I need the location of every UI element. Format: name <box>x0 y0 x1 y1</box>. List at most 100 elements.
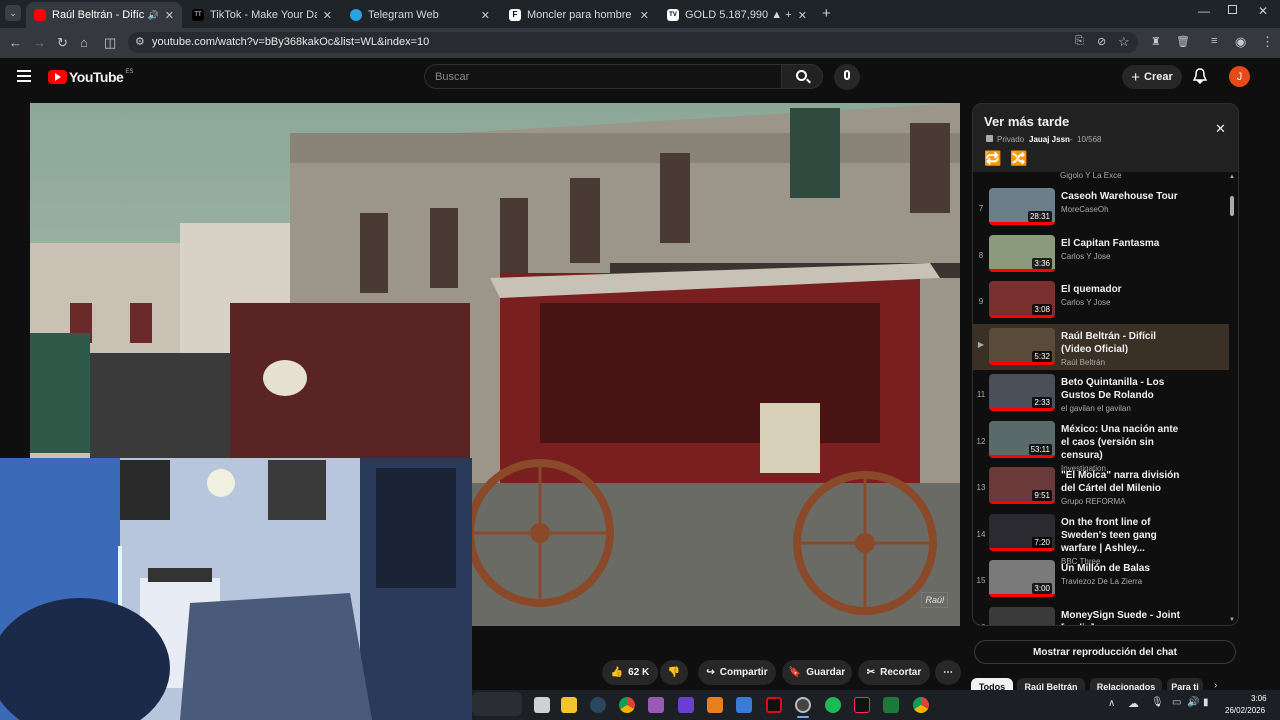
item-thumbnail[interactable]: 3:00 <box>989 560 1055 597</box>
item-title[interactable]: Raúl Beltrán - Difícil (Video Oficial) <box>1061 330 1189 356</box>
item-thumbnail[interactable]: 7:20 <box>989 514 1055 551</box>
item-channel[interactable]: el gavilan el gavilan <box>1061 404 1131 413</box>
item-title[interactable]: "El Molca" narra división del Cártel del… <box>1061 469 1189 495</box>
extensions-icon[interactable]: ♜ <box>1151 35 1161 48</box>
clip-button[interactable]: ✂ Recortar <box>858 660 930 685</box>
tab-youtube[interactable]: Raúl Beltrán - Difícil (Video 🔊 ✕ <box>26 2 182 28</box>
item-thumbnail[interactable]: 3:36 <box>989 235 1055 272</box>
chrome-active-icon[interactable] <box>795 697 811 713</box>
profile-icon[interactable]: ◉ <box>1235 34 1246 50</box>
reload-icon[interactable]: ↻ <box>57 35 68 51</box>
reading-list-icon[interactable]: ≡ <box>1211 35 1217 47</box>
create-button[interactable]: + Crear <box>1122 65 1182 89</box>
battery-icon[interactable]: ▮ <box>1203 697 1209 708</box>
item-channel[interactable]: MoreCaseOh <box>1061 205 1109 214</box>
close-tab-icon[interactable]: ✕ <box>165 9 174 22</box>
item-channel[interactable]: Raúl Beltrán <box>1061 358 1105 367</box>
show-chat-replay-button[interactable]: Mostrar reproducción del chat <box>974 640 1236 664</box>
more-actions-button[interactable]: ⋯ <box>935 660 961 685</box>
tiktok-icon[interactable] <box>854 697 870 713</box>
trash-icon[interactable]: 🗑 <box>1176 35 1190 48</box>
item-thumbnail[interactable]: 1:54 <box>989 607 1055 625</box>
item-thumbnail[interactable]: 9:51 <box>989 467 1055 504</box>
forward-icon[interactable]: → <box>33 35 46 50</box>
chrome-icon[interactable] <box>619 697 635 713</box>
tab-tiktok[interactable]: TT TikTok - Make Your Day ✕ <box>184 2 340 28</box>
close-window-icon[interactable]: ✕ <box>1258 4 1268 18</box>
clock-date[interactable]: 26/02/2026 <box>1225 706 1265 715</box>
item-thumbnail[interactable]: 2:33 <box>989 374 1055 411</box>
share-button[interactable]: ↪ Compartir <box>698 660 776 685</box>
playlist-item[interactable]: 11 2:33 Beto Quintanilla - Los Gustos De R… <box>973 374 1229 421</box>
item-thumbnail[interactable]: 53:11 <box>989 421 1055 458</box>
playlist-item[interactable]: 161:54MoneySign Suede - Joint [audio]Mon… <box>973 607 1229 625</box>
tool-icon[interactable] <box>678 697 694 713</box>
close-playlist-icon[interactable]: ✕ <box>1215 121 1226 137</box>
store-icon[interactable] <box>736 697 752 713</box>
playlist-item[interactable]: 7 28:31 Caseoh Warehouse Tour MoreCaseOh <box>973 188 1229 235</box>
file-explorer-icon[interactable] <box>561 697 577 713</box>
app-icon[interactable] <box>648 697 664 713</box>
minimize-icon[interactable]: — <box>1198 4 1210 18</box>
browser-menu-icon[interactable]: ⋮ <box>1261 34 1274 50</box>
item-thumbnail[interactable]: 5:32 <box>989 328 1055 365</box>
playlist-item[interactable]: 12 53:11 México: Una nación ante el caos (… <box>973 421 1229 473</box>
spotify-icon[interactable] <box>825 697 841 713</box>
item-channel[interactable]: Grupo REFORMA <box>1061 497 1125 506</box>
voice-search-button[interactable] <box>834 64 860 90</box>
onedrive-icon[interactable]: ☁ <box>1128 697 1139 710</box>
speaker-icon[interactable]: 🔊 <box>148 10 159 21</box>
playlist-item[interactable]: 15 3:00 Un Millón de Balas Traviezoz De La … <box>973 560 1229 607</box>
tab-search-button[interactable]: ⌄ <box>5 5 21 21</box>
item-thumbnail[interactable]: 28:31 <box>989 188 1055 225</box>
play-app-icon[interactable] <box>883 697 899 713</box>
item-title[interactable]: Beto Quintanilla - Los Gustos De Rolando <box>1061 376 1189 402</box>
playlist-item[interactable]: 9 3:08 El quemador Carlos Y Jose <box>973 281 1229 328</box>
new-tab-icon[interactable]: + <box>822 5 831 22</box>
item-channel[interactable]: Carlos Y Jose <box>1061 252 1111 261</box>
dislike-button[interactable]: 👎 <box>660 660 688 685</box>
netflix-icon[interactable] <box>766 697 782 713</box>
close-tab-icon[interactable]: ✕ <box>640 9 649 22</box>
playlist-scrollbar[interactable] <box>1230 196 1234 216</box>
microphone-tray-icon[interactable]: 🎙 <box>1151 697 1164 708</box>
playlist-owner[interactable]: Jauaj Jssn <box>1029 135 1070 144</box>
playlist-item[interactable]: 14 7:20 On the front line of Sweden's teen… <box>973 514 1229 566</box>
tab-tradingview[interactable]: TV GOLD 5.187,990 ▲ +0.46% Sin ✕ <box>659 2 815 28</box>
shuffle-icon[interactable]: 🔀 <box>1010 150 1027 167</box>
steam-icon[interactable] <box>590 697 606 713</box>
avatar[interactable]: J <box>1229 66 1250 87</box>
hide-icon[interactable]: ⊘ <box>1097 35 1106 48</box>
loop-icon[interactable]: 🔁 <box>984 150 1001 167</box>
item-title[interactable]: Un Millón de Balas <box>1061 562 1189 575</box>
install-app-icon[interactable]: ⎘ <box>1075 35 1084 48</box>
tray-chevron-icon[interactable]: ∧ <box>1108 698 1115 709</box>
item-title[interactable]: El Capitan Fantasma <box>1061 237 1189 250</box>
notifications-bell-icon[interactable] <box>1192 68 1208 85</box>
item-thumbnail[interactable]: 3:08 <box>989 281 1055 318</box>
item-title[interactable]: Caseoh Warehouse Tour <box>1061 190 1189 203</box>
search-button[interactable] <box>781 64 823 89</box>
playlist-item[interactable]: 13 9:51 "El Molca" narra división del Cárt… <box>973 467 1229 514</box>
scroll-up-icon[interactable]: ▲ <box>1229 174 1235 180</box>
item-title[interactable]: El quemador <box>1061 283 1189 296</box>
close-tab-icon[interactable]: ✕ <box>481 9 490 22</box>
hamburger-menu-icon[interactable] <box>17 70 31 82</box>
split-view-icon[interactable]: ◫ <box>104 35 116 51</box>
chrome-profile-icon[interactable] <box>913 697 929 713</box>
scroll-down-icon[interactable]: ▼ <box>1229 617 1235 623</box>
playlist-item[interactable]: ▶ 5:32 Raúl Beltrán - Difícil (Video Ofici… <box>973 324 1229 370</box>
tab-telegram[interactable]: Telegram Web ✕ <box>342 2 498 28</box>
playlist-item[interactable]: 8 3:36 El Capitan Fantasma Carlos Y Jose <box>973 235 1229 282</box>
item-title[interactable]: México: Una nación ante el caos (versión… <box>1061 423 1189 462</box>
task-view-icon[interactable] <box>534 697 550 713</box>
site-info-icon[interactable]: ⚙ <box>135 35 145 48</box>
volume-icon[interactable]: 🔊 <box>1187 697 1199 708</box>
item-channel[interactable]: Carlos Y Jose <box>1061 298 1111 307</box>
taskbar-search-box[interactable] <box>472 692 522 716</box>
triangle-app-icon[interactable] <box>707 697 723 713</box>
save-button[interactable]: 🔖 Guardar <box>782 660 852 685</box>
network-icon[interactable]: ▭ <box>1172 697 1181 708</box>
item-title[interactable]: MoneySign Suede - Joint [audio] <box>1061 609 1189 625</box>
home-icon[interactable]: ⌂ <box>80 35 88 50</box>
